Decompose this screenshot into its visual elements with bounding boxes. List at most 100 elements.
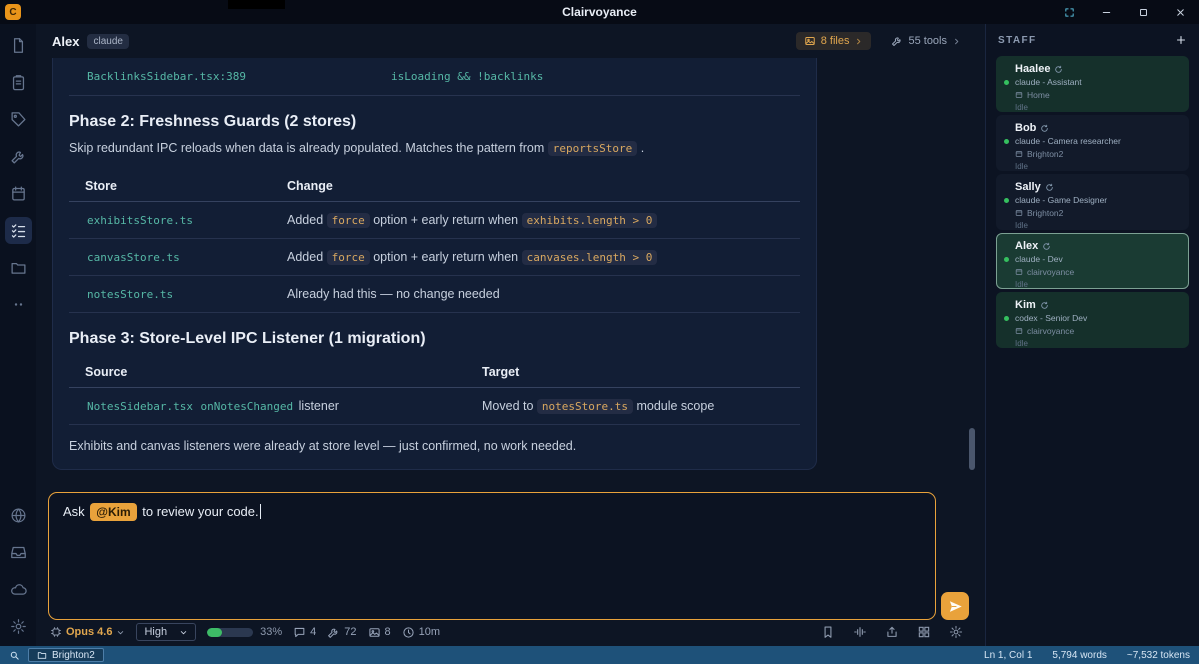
mention-chip[interactable]: @Kim [90, 503, 137, 521]
inline-code: notesStore.ts [87, 287, 174, 301]
bookmark-button[interactable] [817, 621, 839, 643]
attachments-count-value: 8 [384, 626, 391, 638]
inline-code: onNotesChanged [200, 399, 294, 413]
table-row: canvasStore.ts Added force option + early… [69, 238, 800, 276]
tools-button[interactable]: 55 tools [883, 32, 969, 50]
text-run: option + early return when [369, 212, 522, 227]
model-selector[interactable]: Opus 4.6 [50, 626, 125, 638]
staff-card-bob[interactable]: Bob claude - Camera researcher Brighton2 Id… [996, 115, 1189, 171]
staff-project-row: clairvoyance [1015, 267, 1180, 277]
chevron-right-icon [857, 38, 861, 44]
maximize-button[interactable] [1125, 0, 1162, 24]
minimize-button[interactable] [1088, 0, 1125, 24]
text-run: Already had this — no change needed [287, 286, 500, 301]
settings-button[interactable] [945, 621, 967, 643]
waveform-icon [854, 627, 866, 637]
clock-icon [403, 626, 414, 638]
fullscreen-button[interactable] [1051, 0, 1088, 24]
chat-panel: Alex claude 8 files 55 tools BacklinksSi… [36, 24, 985, 646]
chevron-right-icon [955, 38, 959, 44]
message-table: Store Change exhibitsStore.ts Added force o… [69, 170, 800, 313]
context-percent: 33% [260, 626, 283, 638]
loop-icon [1055, 65, 1063, 73]
add-staff-button[interactable] [1175, 34, 1187, 46]
sidebar-item-more[interactable] [5, 291, 32, 318]
send-icon [949, 600, 962, 612]
staff-role: codex - Senior Dev [1015, 313, 1088, 323]
table-cell: exhibitsStore.ts [69, 201, 271, 239]
composer: Ask @Kim to review your code. [36, 486, 985, 620]
sidebar-item-calendar[interactable] [5, 180, 32, 207]
context-progress-fill [207, 627, 223, 637]
effort-value: High [144, 626, 168, 638]
staff-card-haalee[interactable]: Haalee claude - Assistant Home Idle [996, 56, 1189, 112]
project-chip[interactable]: Brighton2 [28, 648, 104, 662]
sidebar-item-notes[interactable] [5, 69, 32, 96]
staff-name: Kim [1015, 299, 1036, 311]
plus-icon [1176, 35, 1186, 45]
grid-icon [918, 626, 930, 638]
globe-icon [11, 508, 25, 523]
staff-name: Bob [1015, 122, 1037, 134]
tools-button-label: 55 tools [908, 35, 947, 47]
maximize-icon [1140, 8, 1147, 16]
sidebar-item-browser[interactable] [5, 502, 32, 529]
staff-card-sally[interactable]: Sally claude - Game Designer Brighton2 Idle [996, 174, 1189, 230]
search-icon [10, 651, 19, 660]
checklist-icon [11, 224, 25, 238]
sidebar-item-settings[interactable] [5, 613, 32, 640]
scrollbar-thumb[interactable] [969, 428, 975, 470]
table-cell: Moved to notesStore.ts module scope [466, 387, 800, 425]
sidebar-item-projects[interactable] [5, 254, 32, 281]
staff-name: Sally [1015, 181, 1041, 193]
table-cell: Added force option + early return when c… [271, 238, 800, 276]
staff-card-alex[interactable]: Alex claude - Dev clairvoyance Idle [996, 233, 1189, 289]
staff-project-row: clairvoyance [1015, 326, 1180, 336]
image-icon [804, 37, 815, 45]
text-run: Added [287, 212, 327, 227]
sidebar-item-tools[interactable] [5, 143, 32, 170]
grid-button[interactable] [913, 621, 935, 643]
messages-count-value: 4 [310, 626, 317, 638]
sidebar-item-inbox[interactable] [5, 539, 32, 566]
inline-code: force [326, 249, 370, 265]
sidebar-item-tasks[interactable] [4, 217, 32, 244]
staff-role: claude - Camera researcher [1015, 136, 1121, 146]
bookmark-icon [824, 626, 832, 638]
tool-calls-count[interactable]: 72 [327, 626, 357, 639]
sidebar-item-tags[interactable] [5, 106, 32, 133]
sidebar-item-cloud[interactable] [5, 576, 32, 603]
inline-code: NotesSidebar.tsx [87, 399, 193, 413]
text-caret [259, 504, 262, 519]
staff-card-kim[interactable]: Kim codex - Senior Dev clairvoyance Idle [996, 292, 1189, 348]
send-button[interactable] [941, 592, 969, 620]
message-table: Source Target NotesSidebar.tsx onNotesChan… [69, 356, 800, 425]
search-button[interactable] [9, 650, 20, 661]
files-button[interactable]: 8 files [795, 32, 872, 50]
staff-title: STAFF [998, 34, 1037, 46]
table-cell: notesStore.ts [69, 275, 271, 313]
calendar-icon [11, 186, 25, 201]
sidebar-item-files[interactable] [5, 32, 32, 59]
phase2-intro: Skip redundant IPC reloads when data is … [69, 140, 800, 158]
context-usage: 33% [207, 626, 282, 638]
waveform-button[interactable] [849, 621, 871, 643]
messages-count[interactable]: 4 [293, 626, 316, 639]
composer-text: Ask [63, 504, 89, 519]
attachments-count[interactable]: 8 [368, 626, 391, 639]
online-status-dot [1004, 257, 1009, 262]
staff-name: Haalee [1015, 63, 1051, 75]
chat-scroll-area[interactable]: BacklinksSidebar.tsx:389 isLoading && !b… [36, 58, 985, 486]
text-run: Moved to [482, 398, 537, 413]
effort-selector[interactable]: High [136, 623, 197, 641]
close-button[interactable] [1162, 0, 1199, 24]
staff-project: clairvoyance [1027, 326, 1075, 336]
image-icon [368, 627, 380, 637]
window-icon [1015, 151, 1023, 157]
share-button[interactable] [881, 621, 903, 643]
file-icon [13, 38, 23, 53]
staff-status: Idle [1015, 339, 1028, 348]
wrench-icon [892, 37, 902, 46]
message-input[interactable]: Ask @Kim to review your code. [48, 492, 936, 620]
close-icon [1177, 8, 1184, 16]
